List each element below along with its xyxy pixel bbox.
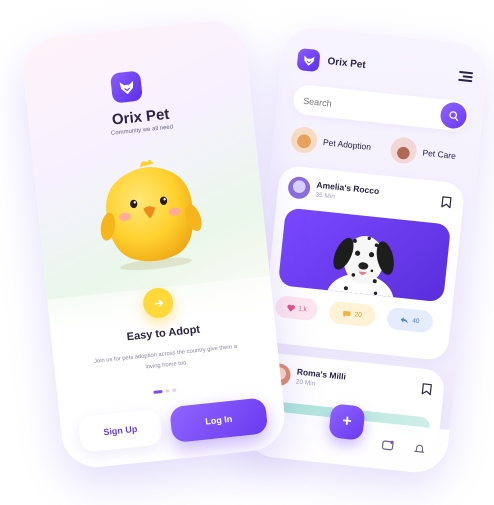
pet-adoption-thumb: [289, 125, 319, 155]
avatar[interactable]: [287, 175, 312, 200]
page-dot-active[interactable]: [153, 389, 163, 394]
bookmark-icon[interactable]: [421, 383, 432, 396]
bell-icon[interactable]: [413, 442, 426, 455]
comment-button[interactable]: 20: [328, 300, 377, 328]
category-label: Pet Adoption: [322, 137, 372, 153]
search-bar: [291, 83, 471, 133]
search-input[interactable]: [302, 93, 414, 120]
category-pet-adoption[interactable]: Pet Adoption: [289, 125, 372, 160]
feed-header: Orix Pet: [296, 46, 474, 90]
fox-logo-icon: [303, 54, 315, 66]
heart-icon: [287, 304, 295, 312]
add-post-button[interactable]: +: [328, 403, 366, 441]
brand-name: Orix Pet: [326, 56, 367, 72]
sign-up-button[interactable]: Sign Up: [77, 408, 163, 453]
post-card: Amelia's Rocco 35 Min 1.k 20 40: [261, 164, 466, 362]
share-button[interactable]: 40: [385, 306, 434, 334]
share-count: 40: [411, 316, 420, 325]
onboarding-description: Join us for pets adoption across the cou…: [93, 343, 238, 371]
like-count: 1.k: [297, 304, 308, 313]
comment-icon: [343, 310, 352, 317]
page-indicator: [153, 388, 177, 394]
pet-care-thumb: [389, 136, 418, 165]
post-time: 35 Min: [315, 191, 336, 201]
dalmatian-illustration: [325, 235, 394, 303]
dog-photo[interactable]: [277, 207, 452, 303]
app-logo: [109, 70, 143, 104]
messages-icon[interactable]: [381, 439, 394, 452]
fox-logo-icon: [119, 80, 133, 94]
plus-icon: +: [341, 412, 353, 431]
page-dot[interactable]: [165, 389, 170, 393]
stage: Orix Pet Pet Adoption Pet Care Amelia's …: [0, 0, 494, 505]
category-pet-care[interactable]: Pet Care: [389, 136, 457, 169]
onboarding-screen: Orix Pet Community we all need Easy to A…: [20, 17, 288, 471]
category-label: Pet Care: [421, 147, 457, 161]
onboarding-sheet: Easy to Adopt Join us for pets adoption …: [47, 276, 288, 471]
share-icon: [401, 316, 409, 324]
chick-illustration: [100, 159, 202, 271]
search-button[interactable]: [439, 101, 468, 130]
post-time: 20 Min: [295, 378, 316, 388]
log-in-button[interactable]: Log In: [169, 397, 269, 444]
bookmark-icon[interactable]: [441, 196, 452, 209]
app-logo: [296, 47, 321, 73]
page-dot[interactable]: [172, 388, 177, 392]
like-button[interactable]: 1.k: [274, 295, 319, 322]
menu-icon[interactable]: [458, 70, 474, 83]
search-icon: [448, 110, 458, 121]
comment-count: 20: [354, 310, 363, 319]
next-step-button[interactable]: [141, 286, 175, 320]
arrow-right-icon: [153, 299, 163, 307]
